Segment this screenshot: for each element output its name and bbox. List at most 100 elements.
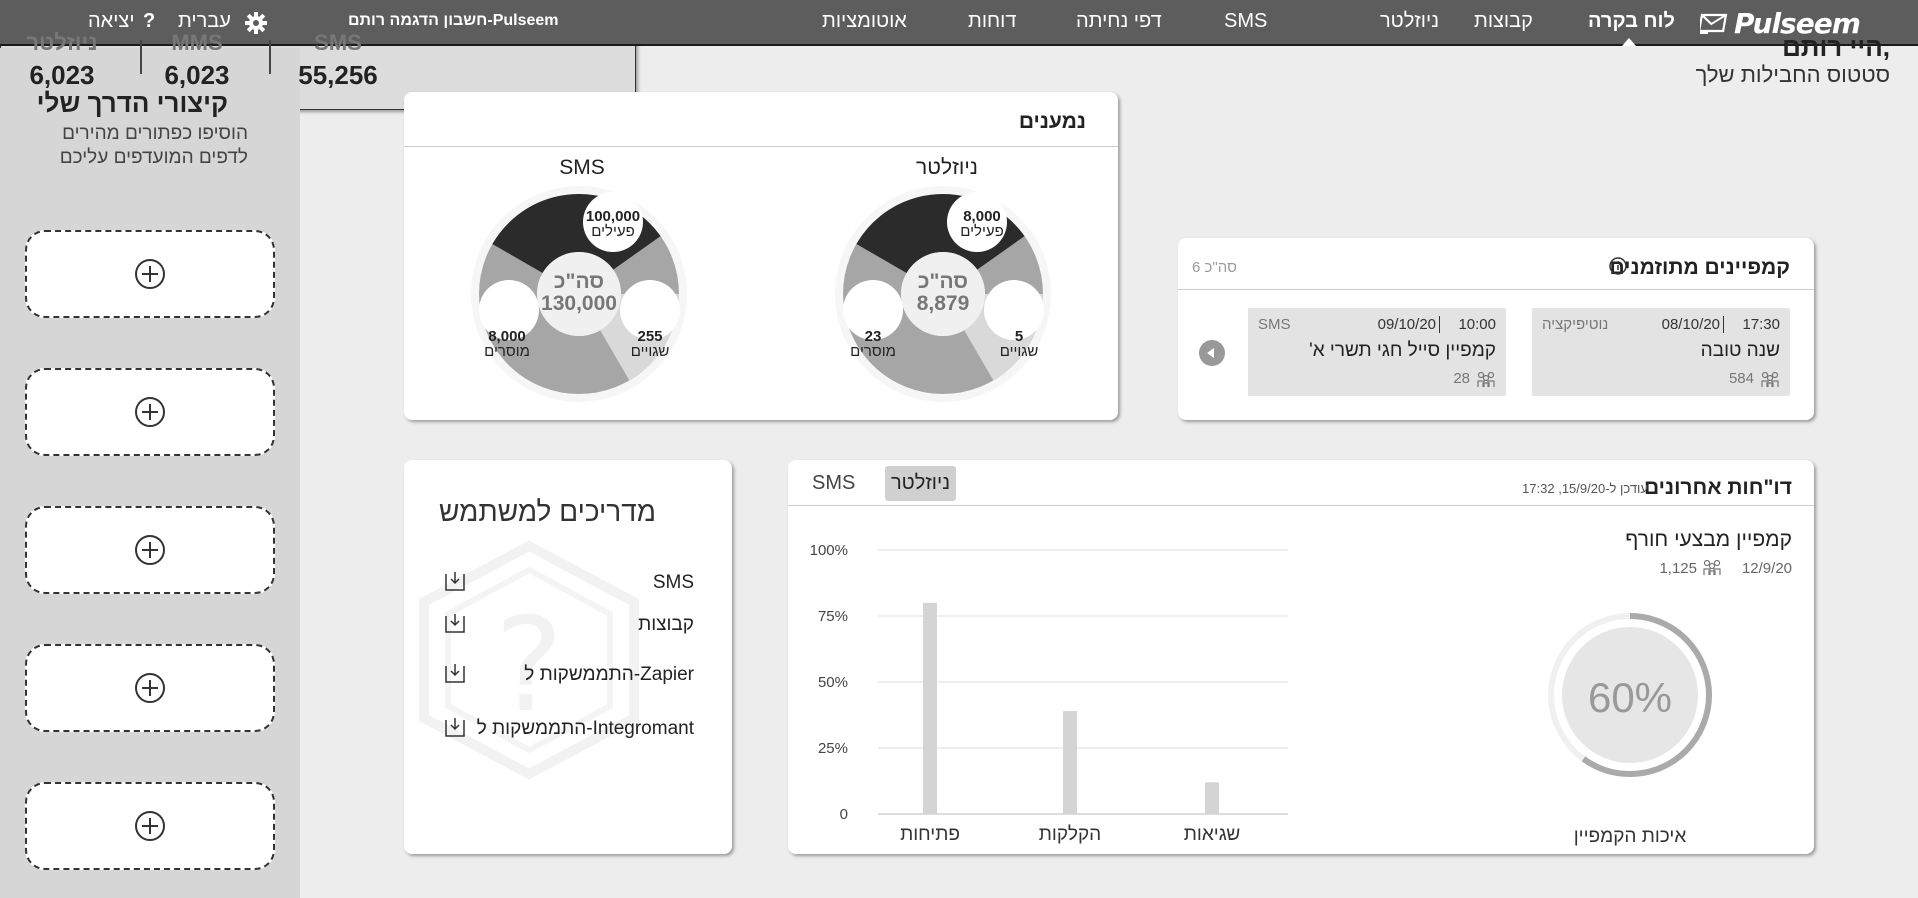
nav-dashboard[interactable]: לוח בקרה xyxy=(1588,10,1675,33)
plus-circle-icon xyxy=(135,535,165,565)
sms-total-value: 130,000 xyxy=(541,292,617,315)
recent-reports-card: דו"חות אחרונים עודכן ל-15/9/20, 17:32 ני… xyxy=(788,460,1814,854)
campaign-recipients-count: 584 xyxy=(1728,370,1754,387)
report-campaign-date: 12/9/20 xyxy=(1741,560,1792,577)
download-icon[interactable] xyxy=(444,716,466,738)
nav-reports[interactable]: דוחות xyxy=(968,10,1016,33)
report-campaign-count: 1,125 xyxy=(1659,560,1697,577)
plus-circle-icon xyxy=(135,397,165,427)
active-nav-indicator xyxy=(1622,38,1636,46)
tab-sms[interactable]: SMS xyxy=(806,466,861,501)
sms-stat-label: SMS xyxy=(314,30,362,55)
plus-circle-icon xyxy=(135,259,165,289)
download-icon[interactable] xyxy=(444,612,466,634)
sms-stat-value: 55,256 xyxy=(298,60,378,90)
scheduled-campaigns-title: קמפיינים מתוזמנים xyxy=(1609,256,1790,279)
newsletter-removed-label: מוסרים xyxy=(850,343,896,360)
sms-donut-title: SMS xyxy=(559,156,605,179)
scheduled-total: סה"כ 6 xyxy=(1192,259,1237,276)
info-icon[interactable] xyxy=(1608,256,1628,276)
user-guides-title: מדריכים למשתמש xyxy=(438,496,656,527)
recent-reports-title: דו"חות אחרונים xyxy=(1643,476,1792,499)
download-icon[interactable] xyxy=(444,570,466,592)
sms-removed-label: מוסרים xyxy=(484,343,530,360)
campaign-time: 17:30 xyxy=(1742,316,1780,333)
envelope-logo-icon xyxy=(1700,13,1728,34)
campaign-quality-value: 60% xyxy=(1587,674,1673,721)
mms-stat-value: 6,023 xyxy=(164,60,230,90)
scheduled-campaign-card[interactable]: 17:30 08/10/20 נוטיפיקציה שנה טובה 584 xyxy=(1532,308,1790,396)
reports-updated-time: עודכן ל-15/9/20, 17:32 xyxy=(1522,481,1648,496)
greeting: ,היי רותם xyxy=(1782,32,1890,62)
sms-active-label: פעילים xyxy=(591,223,635,240)
add-shortcut-slot-1[interactable] xyxy=(25,230,275,318)
divider xyxy=(269,40,271,74)
subscribers-title: נמענים xyxy=(1018,110,1086,133)
x-category-label: פתיחות xyxy=(900,824,960,844)
shortcuts-title: קיצורי הדרך שלי xyxy=(36,88,228,118)
newsletter-errors-label: שגויים xyxy=(999,343,1039,360)
divider xyxy=(404,146,1118,147)
report-campaign-name[interactable]: קמפיין מבצעי חורף xyxy=(1625,528,1792,552)
y-tick-label: 0 xyxy=(840,806,848,823)
guide-item-sms[interactable]: SMS xyxy=(653,572,694,594)
campaign-quality-label: איכות הקמפיין xyxy=(1573,826,1687,847)
bar xyxy=(923,602,937,814)
subscribers-card: נמענים ניוזלטר סה"כ 8,879 8,000 פעילים 5… xyxy=(404,92,1118,420)
newsletter-donut-title: ניוזלטר xyxy=(916,156,978,179)
y-tick-label: 50% xyxy=(818,674,848,691)
campaign-recipients-count: 28 xyxy=(1453,370,1470,387)
add-shortcut-slot-3[interactable] xyxy=(25,506,275,594)
bar xyxy=(1063,711,1077,814)
recipients-icon xyxy=(1477,371,1495,387)
nav-landing-pages[interactable]: דפי נחיתה xyxy=(1076,10,1162,33)
add-shortcut-slot-4[interactable] xyxy=(25,644,275,732)
tab-newsletter[interactable]: ניוזלטר xyxy=(885,466,956,501)
account-name[interactable]: חשבון הדגמה רותם-Pulseem xyxy=(348,12,559,30)
separator xyxy=(1722,316,1728,333)
newsletter-active-label: פעילים xyxy=(960,223,1004,240)
campaign-date: 08/10/20 xyxy=(1661,316,1720,333)
sms-errors-label: שגויים xyxy=(630,343,670,360)
divider xyxy=(1178,289,1814,290)
x-category-label: הקלקות xyxy=(1039,824,1101,844)
report-bar-chart: 025%50%75%100%פתיחותהקלקותשגיאותהסרות xyxy=(810,542,1288,844)
x-category-label: שגיאות xyxy=(1184,824,1241,844)
mms-stat-label: MMS xyxy=(171,30,223,55)
guide-item-integromant[interactable]: התממשקות ל-Integromant xyxy=(477,718,694,740)
package-status-subtitle: סטטוס החבילות שלך xyxy=(1695,62,1890,87)
plus-circle-icon xyxy=(135,673,165,703)
y-tick-label: 25% xyxy=(818,740,848,757)
campaign-name: קמפיין סייל חגי תשרי א' xyxy=(1309,340,1496,361)
user-guides-card: ? מדריכים למשתמש SMS קבוצות התממשקות ל-Z… xyxy=(404,460,732,854)
nav-automations[interactable]: אוטומציות xyxy=(822,10,907,33)
divider xyxy=(788,505,1814,506)
y-tick-label: 75% xyxy=(818,608,848,625)
download-icon[interactable] xyxy=(444,662,466,684)
guide-item-groups[interactable]: קבוצות xyxy=(638,614,694,636)
campaign-type: SMS xyxy=(1258,316,1291,333)
recipients-icon xyxy=(1703,559,1721,575)
add-shortcut-slot-2[interactable] xyxy=(25,368,275,456)
bar xyxy=(1205,782,1219,814)
newsletter-stat-label: ניוזלטר xyxy=(26,30,98,55)
campaign-type: נוטיפיקציה xyxy=(1542,316,1609,333)
plus-circle-icon xyxy=(135,811,165,841)
recipients-icon xyxy=(1761,371,1779,387)
nav-newsletter[interactable]: ניוזלטר xyxy=(1380,10,1439,33)
campaign-date: 09/10/20 xyxy=(1377,316,1436,333)
add-shortcut-slot-5[interactable] xyxy=(25,782,275,870)
guide-item-zapier[interactable]: התממשקות ל-Zapier xyxy=(524,664,694,686)
scheduled-campaign-card[interactable]: 10:00 09/10/20 SMS קמפיין סייל חגי תשרי … xyxy=(1248,308,1506,396)
divider xyxy=(140,40,142,74)
carousel-prev-button[interactable] xyxy=(1199,340,1225,366)
shortcuts-sidebar: קיצורי הדרך שלי הוסיפו כפתורים מהירים לד… xyxy=(0,48,300,898)
newsletter-stat-value: 6,023 xyxy=(29,60,95,90)
newsletter-total-label: סה"כ xyxy=(917,270,969,293)
nav-groups[interactable]: קבוצות xyxy=(1474,10,1533,33)
newsletter-total-value: 8,879 xyxy=(916,292,970,315)
campaign-name: שנה טובה xyxy=(1700,340,1780,361)
nav-sms[interactable]: SMS xyxy=(1224,10,1267,33)
campaign-time: 10:00 xyxy=(1458,316,1496,333)
shortcuts-subtitle: הוסיפו כפתורים מהירים לדפים המועדפים עלי… xyxy=(59,123,248,168)
